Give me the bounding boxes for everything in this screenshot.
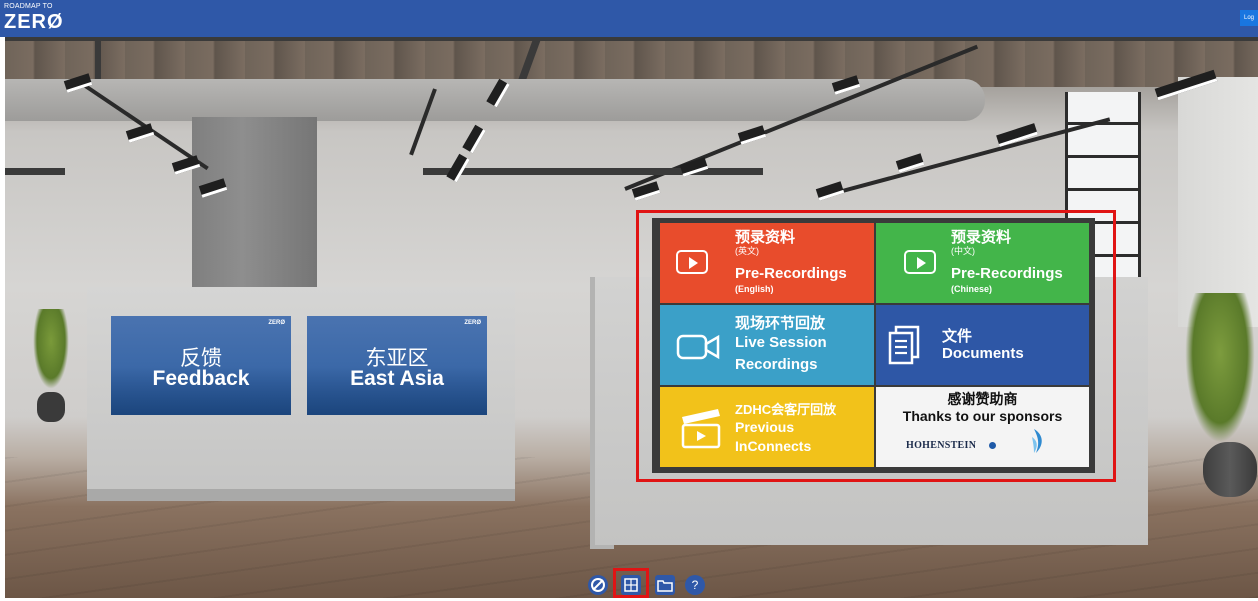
poster-brand: ZERØ — [268, 320, 285, 326]
cross-beam — [423, 168, 763, 175]
top-bar: ROADMAP TO ZERØ Log — [0, 0, 1258, 37]
plant-left — [33, 309, 69, 389]
poster-brand: ZERØ — [464, 320, 481, 326]
concrete-column — [192, 117, 317, 297]
side-wall — [1178, 77, 1258, 327]
plant-pot-left — [37, 392, 65, 422]
poster-title-en: Feedback — [152, 367, 250, 390]
folder-icon[interactable] — [655, 575, 675, 595]
spotlight — [125, 123, 155, 143]
help-icon[interactable]: ? — [685, 575, 705, 595]
cross-beam — [5, 168, 65, 175]
ceiling-beam — [5, 37, 1258, 41]
spotlight — [737, 125, 767, 145]
logo-tagline: ROADMAP TO — [4, 3, 53, 10]
zero-logo-icon[interactable] — [588, 575, 608, 595]
login-button[interactable]: Log — [1240, 10, 1258, 26]
spotlight — [462, 124, 486, 154]
highlight-scene-map-button — [613, 568, 649, 598]
feedback-poster[interactable]: ZERØ 反馈 Feedback — [111, 316, 291, 415]
logo-wordmark: ZERØ — [4, 11, 64, 33]
plant-right — [1185, 293, 1255, 443]
spotlight — [815, 181, 845, 201]
plant-pot-right — [1203, 442, 1257, 497]
poster-title-en: East Asia — [350, 367, 444, 390]
highlight-content-board — [636, 210, 1116, 482]
roadmap-to-zero-logo[interactable]: ROADMAP TO ZERØ — [4, 3, 64, 33]
east-asia-poster[interactable]: ZERØ 东亚区 East Asia — [307, 316, 487, 415]
left-wall-base — [87, 489, 515, 501]
virtual-exhibition-scene: ZERØ 反馈 Feedback ZERØ 东亚区 East Asia 预录资料… — [5, 37, 1258, 598]
